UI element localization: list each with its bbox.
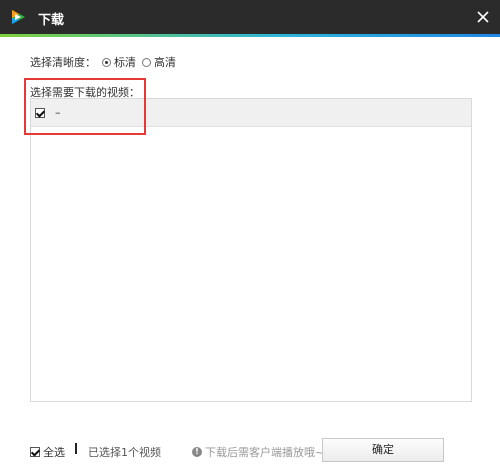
resolution-label: 选择清晰度： (30, 56, 96, 69)
resolution-option-sd-label: 标清 (114, 56, 136, 69)
video-list[interactable]: – (30, 98, 472, 402)
video-item-title: – (55, 106, 61, 119)
resolution-row: 选择清晰度： 标清 高清 (30, 54, 176, 70)
video-item-checkbox[interactable] (35, 107, 45, 118)
tencent-video-logo-icon (12, 10, 25, 24)
select-all-label: 全选 (43, 446, 65, 459)
resolution-option-hd-label: 高清 (154, 56, 176, 69)
title-bar: 下载 (0, 0, 500, 34)
window-title: 下载 (38, 13, 65, 28)
footer-bar: 全选 已选择1个视频 ! 下载后需客户端播放哦~ 确定 (30, 438, 470, 464)
resolution-option-hd[interactable]: 高清 (142, 54, 176, 70)
info-icon: ! (192, 447, 202, 457)
resolution-option-sd[interactable]: 标清 (102, 54, 136, 70)
selected-count: 已选择1个视频 (88, 446, 161, 459)
footer-hint: ! 下载后需客户端播放哦~ (192, 444, 324, 460)
close-icon[interactable] (474, 8, 492, 26)
radio-sd[interactable] (102, 57, 111, 67)
confirm-button[interactable]: 确定 (322, 438, 444, 462)
title-accent-bar (0, 34, 500, 37)
footer-divider (75, 443, 77, 454)
select-all-toggle[interactable]: 全选 (30, 444, 65, 460)
select-all-checkbox[interactable] (30, 447, 40, 457)
radio-hd[interactable] (142, 57, 151, 67)
footer-hint-text: 下载后需客户端播放哦~ (205, 446, 325, 459)
video-list-item[interactable]: – (31, 99, 471, 127)
